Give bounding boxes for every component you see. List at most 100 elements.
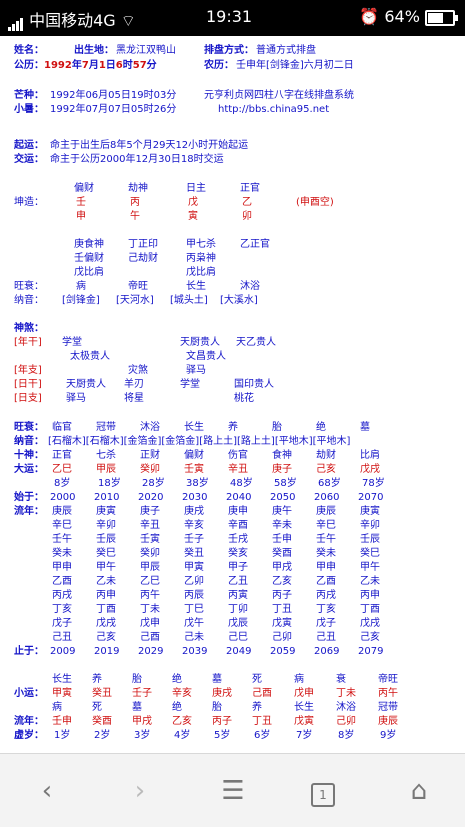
tengod-year: 偏财 (74, 183, 94, 194)
xiaoyun-state-bottom: 绝 (172, 702, 182, 713)
shensha-item: 羊刃 (124, 379, 144, 390)
shensha-title: 神煞： (14, 323, 44, 334)
liunian-cell: 丁酉 (96, 604, 116, 615)
dayun-cell: 乙巳 (52, 464, 72, 475)
liunian-cell: 甲子 (228, 562, 248, 573)
dayun-end-year: 2019 (94, 646, 120, 657)
liunian-cell: 庚申 (228, 506, 248, 517)
liunian-cell: 壬午 (52, 534, 72, 545)
hidden-year-0: 庚食神 (74, 239, 104, 250)
liunian-cell: 己卯 (272, 632, 292, 643)
liunian-cell: 甲申 (52, 562, 72, 573)
tabs-icon: 1 (311, 783, 335, 807)
dayun-start-year: 2050 (270, 492, 296, 503)
carrier-label: 中国移动4G (29, 11, 116, 30)
wangshuai-year: 病 (76, 281, 86, 292)
clock: 19:31 (206, 7, 253, 26)
liunian-cell: 丁卯 (228, 604, 248, 615)
home-button[interactable]: ⌂ (399, 774, 439, 808)
liunian-cell: 辛酉 (228, 520, 248, 531)
battery-icon (425, 9, 458, 26)
menu-icon: ☰ (221, 776, 245, 806)
liunian-cell: 丁巳 (184, 604, 204, 615)
dayun-liunian-label: 流年： (14, 506, 44, 517)
dayun-shishen-cell: 伤官 (228, 450, 248, 461)
xiaoyun-label: 小运： (14, 688, 44, 699)
dayun-cell: 辛丑 (228, 464, 248, 475)
xiaoyun-liunian-cell: 丁丑 (252, 716, 272, 727)
birthplace-label: 出生地： (74, 45, 114, 56)
xiaoyun-liunian-cell: 戊寅 (294, 716, 314, 727)
dayun-shishen-cell: 七杀 (96, 450, 116, 461)
dayun-start-year: 2060 (314, 492, 340, 503)
liunian-cell: 壬午 (316, 534, 336, 545)
gongli-row: 公历：1992年7月1日6时57分 (14, 60, 157, 72)
dayun-start-year: 2030 (182, 492, 208, 503)
nayin-label: 纳音： (14, 295, 44, 306)
liunian-cell: 戊戌 (360, 618, 380, 629)
gongli-month-unit: 月 (88, 60, 99, 71)
xiaoyun-state-bottom: 墓 (132, 702, 142, 713)
xiaoyun-cell: 辛亥 (172, 688, 192, 699)
liunian-cell: 壬寅 (140, 534, 160, 545)
liunian-cell: 辛丑 (140, 520, 160, 531)
dayun-end-year: 2029 (138, 646, 164, 657)
xiaoyun-cell: 壬子 (132, 688, 152, 699)
dayun-end-year: 2079 (358, 646, 384, 657)
gongli-year-unit: 年 (71, 60, 82, 71)
liunian-cell: 乙丑 (228, 576, 248, 587)
dayun-age-cell: 58岁 (274, 478, 297, 489)
forward-button[interactable]: › (120, 774, 160, 808)
site-url[interactable]: http://bbs.china95.net (218, 104, 329, 116)
liunian-cell: 戊子 (316, 618, 336, 629)
carrier-area: 中国移动4G ⌔ (8, 7, 136, 31)
nian-gan-label: [年干] (14, 337, 42, 348)
gongli-month: 7 (81, 60, 89, 71)
wifi-icon: ⌔ (120, 11, 136, 30)
battery-fill (428, 12, 443, 23)
dayun-shishen-cell: 劫财 (316, 450, 336, 461)
xiaoyun-state-bottom: 长生 (294, 702, 314, 713)
liunian-cell: 己酉 (140, 632, 160, 643)
shensha-item: 天厨贵人 (66, 379, 106, 390)
tabs-button[interactable]: 1 (303, 774, 343, 808)
liunian-cell: 癸未 (52, 548, 72, 559)
liunian-cell: 丙申 (96, 590, 116, 601)
dayun-end-year: 2049 (226, 646, 252, 657)
dayun-wangshuai-cell: 长生 (184, 422, 204, 433)
back-button[interactable]: ‹ (27, 774, 67, 808)
xiaoyun-liunian-cell: 乙亥 (172, 716, 192, 727)
liunian-cell: 庚子 (140, 506, 160, 517)
shensha-item: 灾煞 (128, 365, 148, 376)
liunian-cell: 乙酉 (316, 576, 336, 587)
kongwang: (申酉空) (296, 197, 334, 208)
dayun-age-cell: 68岁 (318, 478, 341, 489)
shensha-item: 驿马 (66, 393, 86, 404)
xiaoyun-state-top: 胎 (132, 674, 142, 685)
dayun-start-year: 2000 (50, 492, 76, 503)
liunian-cell: 甲寅 (184, 562, 204, 573)
dayun-end-label: 止于： (14, 646, 44, 657)
jiaoyun-label: 交运： (14, 154, 44, 165)
liunian-cell: 壬申 (272, 534, 292, 545)
branch-day: 寅 (188, 211, 198, 222)
liunian-cell: 癸丑 (184, 548, 204, 559)
stem-month: 丙 (130, 197, 140, 208)
dayun-cell: 己亥 (316, 464, 336, 475)
liunian-cell: 乙酉 (52, 576, 72, 587)
dayun-wangshuai-cell: 冠带 (96, 422, 116, 433)
xiaoyun-state-top: 死 (252, 674, 262, 685)
liunian-cell: 甲午 (360, 562, 380, 573)
ri-zhi-label: [日支] (14, 393, 42, 404)
xusui-cell: 3岁 (134, 730, 151, 741)
xusui-cell: 8岁 (338, 730, 355, 741)
liunian-cell: 丙寅 (228, 590, 248, 601)
alarm-icon: ⏰ (359, 7, 380, 26)
dayun-wangshuai-cell: 胎 (272, 422, 282, 433)
shensha-item: 国印贵人 (234, 379, 274, 390)
gongli-minute: 57 (132, 60, 147, 71)
menu-button[interactable]: ☰ (213, 774, 253, 808)
xiaoyun-liunian-cell: 丙子 (212, 716, 232, 727)
gongli-day-unit: 日 (105, 60, 116, 71)
liunian-cell: 丙戌 (316, 590, 336, 601)
